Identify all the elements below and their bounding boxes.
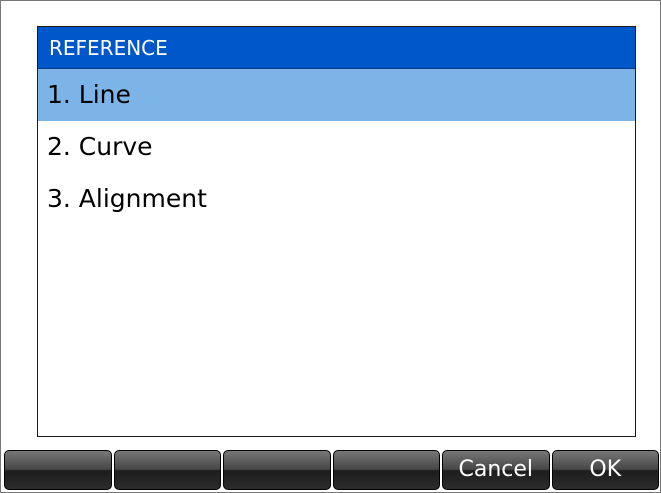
reference-choose-dialog: REFERENCE 1. Line 2. Curve 3. Alignment	[37, 26, 636, 437]
cancel-button[interactable]: Cancel	[442, 450, 550, 490]
softkey-3[interactable]	[223, 450, 331, 490]
softkey-2[interactable]	[113, 450, 221, 490]
ok-button[interactable]: OK	[551, 450, 659, 490]
menu-item-curve[interactable]: 2. Curve	[38, 121, 635, 173]
calculator-screen: REFERENCE 1. Line 2. Curve 3. Alignment …	[0, 0, 661, 493]
softkey-bar: Cancel OK	[4, 450, 659, 490]
menu-item-line[interactable]: 1. Line	[38, 69, 635, 121]
menu-list: 1. Line 2. Curve 3. Alignment	[38, 69, 635, 225]
softkey-4[interactable]	[332, 450, 440, 490]
dialog-title: REFERENCE	[38, 27, 635, 69]
softkey-1[interactable]	[4, 450, 112, 490]
menu-item-alignment[interactable]: 3. Alignment	[38, 173, 635, 225]
